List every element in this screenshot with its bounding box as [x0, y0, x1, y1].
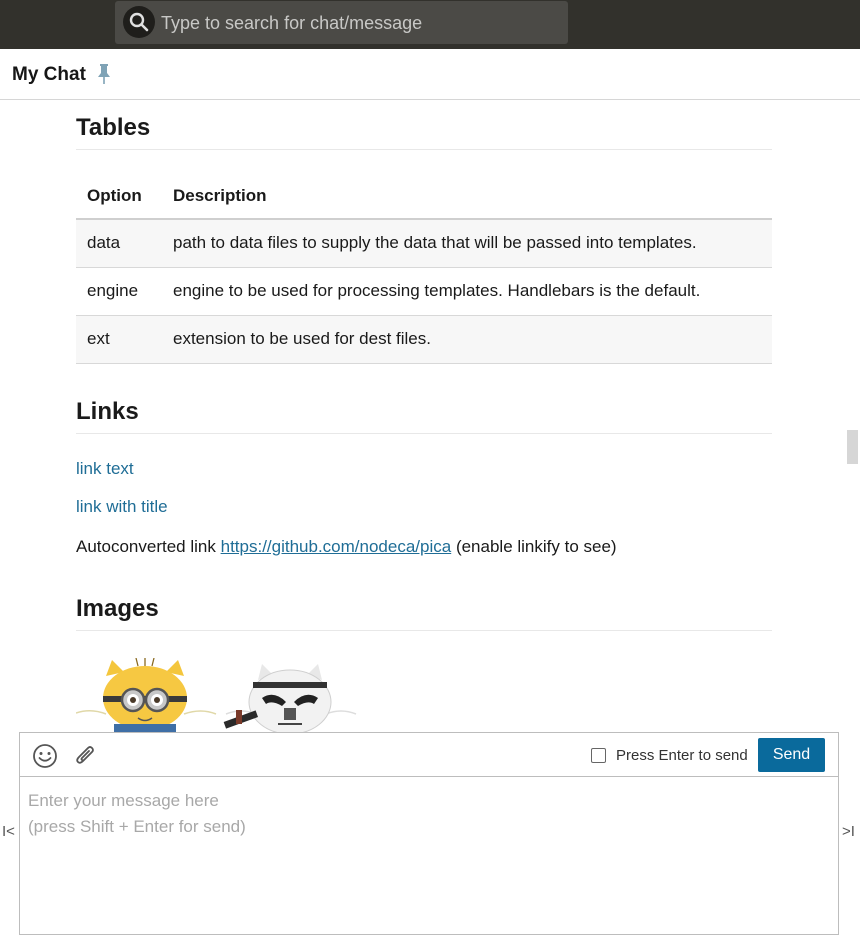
table-cell: ext [76, 315, 162, 364]
autoconverted-suffix: (enable linkify to see) [455, 537, 617, 556]
heading-tables: Tables [76, 114, 772, 150]
images-row [75, 657, 366, 732]
table-header-cell: Description [162, 173, 772, 220]
table-cell: engine [76, 267, 162, 316]
collapse-right-icon[interactable]: >I [842, 823, 855, 840]
scrollbar-thumb[interactable] [847, 430, 858, 464]
emoji-icon[interactable] [32, 743, 58, 774]
table-header-row: Option Description [76, 173, 772, 220]
chat-title: My Chat [12, 64, 86, 85]
paperclip-icon[interactable] [73, 743, 99, 774]
autoconverted-prefix: Autoconverted link [76, 537, 216, 556]
pin-icon[interactable] [96, 63, 112, 90]
table-cell: data [76, 219, 162, 268]
message-composer: Press Enter to send Send [19, 732, 839, 935]
table-header-cell: Option [76, 173, 162, 220]
search-input[interactable] [161, 9, 561, 37]
press-enter-checkbox[interactable] [591, 748, 606, 763]
table-cell: extension to be used for dest files. [162, 315, 772, 364]
send-button[interactable]: Send [758, 738, 825, 772]
stormtrooper-octocat-image [223, 664, 357, 732]
table-row: engine engine to be used for processing … [76, 267, 772, 316]
table-row: data path to data files to supply the da… [76, 219, 772, 268]
search-icon[interactable] [123, 6, 155, 38]
message-content: Tables Option Description data path to d… [0, 100, 860, 732]
message-input[interactable] [20, 778, 838, 934]
search-box[interactable] [115, 1, 568, 44]
table-cell: engine to be used for processing templat… [162, 267, 772, 316]
heading-images: Images [76, 595, 772, 631]
chat-header: My Chat [0, 49, 860, 100]
autoconverted-line: Autoconverted link https://github.com/no… [76, 537, 617, 557]
minion-octocat-image [75, 657, 217, 732]
composer-toolbar: Press Enter to send Send [20, 733, 838, 777]
autoconverted-url-link[interactable]: https://github.com/nodeca/pica [221, 537, 452, 556]
table-row: ext extension to be used for dest files. [76, 315, 772, 364]
heading-links: Links [76, 398, 772, 434]
collapse-left-icon[interactable]: I< [2, 823, 15, 840]
table-cell: path to data files to supply the data th… [162, 219, 772, 268]
top-bar [0, 0, 860, 49]
press-enter-label: Press Enter to send [616, 747, 748, 764]
options-table: Option Description data path to data fil… [76, 173, 772, 364]
link-text[interactable]: link text [76, 459, 134, 479]
link-with-title[interactable]: link with title [76, 497, 168, 517]
